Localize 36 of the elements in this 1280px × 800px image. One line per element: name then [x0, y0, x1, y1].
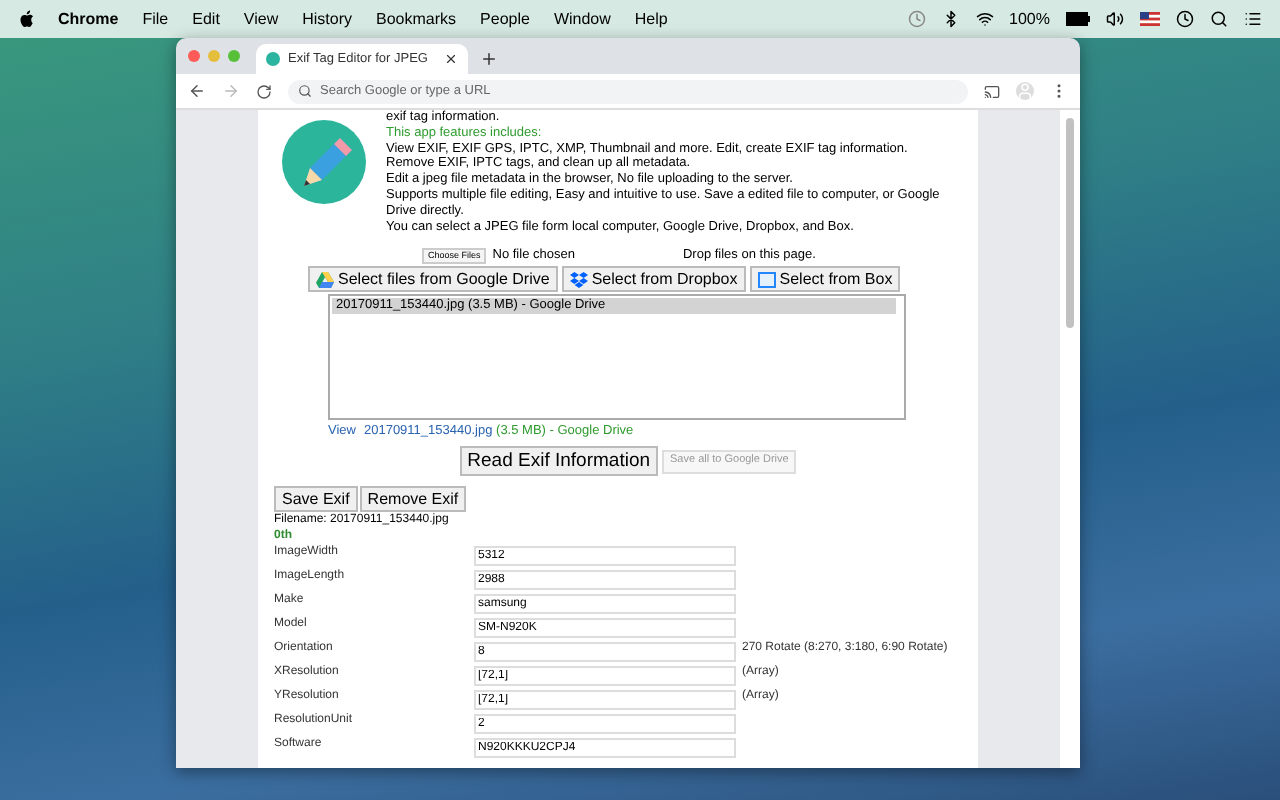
menu-item[interactable]: Window: [553, 7, 611, 31]
exif-action-button[interactable]: Save Exif: [274, 486, 358, 513]
search-icon[interactable]: [1210, 10, 1228, 28]
menu-item[interactable]: Help: [634, 7, 668, 31]
menu-item[interactable]: History: [302, 7, 353, 31]
wifi-icon[interactable]: [975, 10, 994, 28]
triangle-icon: [316, 271, 334, 288]
battery-percentage: 100%: [1009, 7, 1050, 31]
cast-icon[interactable]: [984, 83, 1000, 99]
clock-icon[interactable]: [1176, 10, 1194, 28]
pencil-logo-icon: [282, 120, 366, 204]
source-button[interactable]: Select from Box: [749, 266, 901, 293]
apple-logo-icon[interactable]: [18, 10, 34, 28]
exif-action-button[interactable]: Remove Exif: [359, 486, 467, 513]
read-exif-button[interactable]: Read Exif Information: [459, 446, 659, 477]
flag-icon[interactable]: [1140, 12, 1160, 26]
menu-item[interactable]: File: [142, 7, 169, 31]
list-icon[interactable]: [1244, 10, 1262, 28]
battery-icon[interactable]: [1066, 12, 1090, 26]
bluetooth-icon[interactable]: [941, 10, 960, 28]
source-button[interactable]: Select files from Google Drive: [308, 266, 558, 293]
time-machine-icon[interactable]: [907, 10, 926, 28]
menu-item[interactable]: View: [243, 7, 279, 31]
new-tab-icon[interactable]: [480, 50, 498, 68]
site-logo-icon: [266, 52, 280, 66]
volume-icon[interactable]: [1106, 10, 1124, 28]
menu-item[interactable]: Edit: [192, 7, 220, 31]
search-icon: [298, 84, 312, 98]
reload-icon[interactable]: [256, 83, 272, 99]
menu-item[interactable]: Bookmarks: [376, 7, 457, 31]
scrollbar-thumb[interactable]: [1066, 118, 1074, 328]
app-menu[interactable]: Chrome: [58, 7, 119, 31]
back-icon[interactable]: [188, 82, 206, 100]
source-button[interactable]: Select from Dropbox: [561, 266, 746, 293]
menu-item[interactable]: People: [480, 7, 530, 31]
close-tab-icon[interactable]: [444, 52, 458, 66]
